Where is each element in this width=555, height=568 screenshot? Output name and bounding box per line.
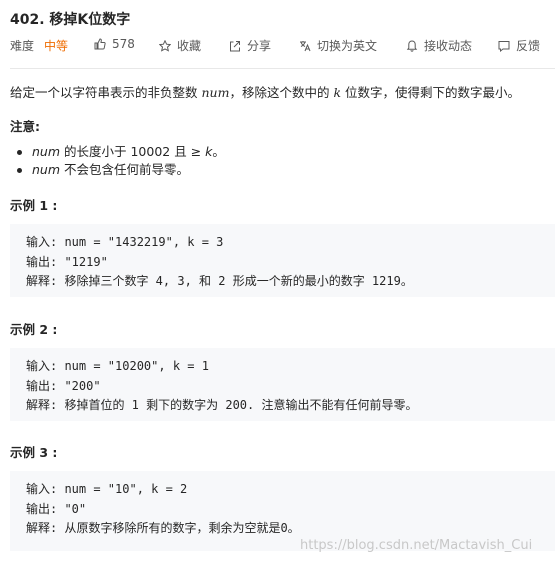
problem-toolbar: 难度 中等 578 收藏 分享 切换为英文 接收动态 反馈 [10, 37, 550, 53]
example-output: 输出: "0" [26, 501, 87, 516]
example-input: 输入: num = "10200", k = 1 [26, 359, 209, 373]
share-icon [230, 40, 240, 51]
share-label: 分享 [247, 39, 272, 53]
notes-heading: 注意: [10, 119, 40, 134]
share-button[interactable]: 分享 [229, 37, 271, 54]
favorite-button[interactable]: 收藏 [159, 37, 201, 54]
translate-icon [300, 40, 311, 51]
like-count: 578 [112, 37, 135, 51]
bell-icon [406, 39, 418, 52]
favorite-label: 收藏 [177, 39, 202, 53]
example-heading: 示例 2 : [10, 322, 58, 337]
example-code-block: 输入: num = "10200", k = 1 输出: "200" 解释: 移… [10, 348, 555, 421]
feedback-button[interactable]: 反馈 [498, 37, 540, 54]
example-code-block: 输入: num = "1432219", k = 3 输出: "1219" 解释… [10, 224, 555, 297]
example-output: 输出: "1219" [26, 254, 108, 269]
notify-label: 接收动态 [424, 39, 473, 53]
note-text: 的长度小于 10002 且 ≥ [60, 144, 206, 159]
difficulty-label: 难度 [10, 39, 35, 53]
variable-num: num [201, 85, 230, 100]
list-item: num 不会包含任何前导零。 [17, 161, 225, 179]
difficulty-value: 中等 [44, 39, 69, 53]
star-icon [159, 39, 171, 52]
notify-button[interactable]: 接收动态 [406, 37, 472, 54]
variable-k: k [333, 85, 342, 100]
switch-language-label: 切换为英文 [317, 39, 378, 53]
notes-list: num 的长度小于 10002 且 ≥ k。 num 不会包含任何前导零。 [17, 143, 225, 179]
description-text: 给定一个以字符串表示的非负整数 [10, 85, 202, 100]
example-heading: 示例 3 : [10, 445, 58, 460]
like-button[interactable]: 578 [94, 37, 135, 51]
watermark: https://blog.csdn.net/Mactavish_Cui [300, 538, 533, 553]
example-output: 输出: "200" [26, 378, 101, 393]
thumbs-up-icon [94, 38, 106, 50]
feedback-label: 反馈 [516, 39, 541, 53]
description-text: ，移除这个数中的 [229, 85, 334, 100]
example-explanation: 解释: 移除掉三个数字 4, 3, 和 2 形成一个新的最小的数字 1219。 [26, 274, 413, 288]
example-input: 输入: num = "1432219", k = 3 [26, 235, 224, 249]
problem-description: 给定一个以字符串表示的非负整数 num，移除这个数中的 k 位数字，使得剩下的数… [10, 82, 520, 101]
note-text: 。 [212, 144, 225, 159]
problem-title: 402. 移掉K位数字 [10, 12, 131, 28]
note-text: 不会包含任何前导零。 [60, 162, 190, 177]
example-explanation: 解释: 从原数字移除所有的数字，剩余为空就是0。 [26, 521, 300, 535]
example-heading: 示例 1 : [10, 198, 58, 213]
divider [10, 68, 555, 69]
switch-language-button[interactable]: 切换为英文 [299, 37, 377, 54]
example-input: 输入: num = "10", k = 2 [26, 482, 188, 496]
list-item: num 的长度小于 10002 且 ≥ k。 [17, 143, 225, 161]
variable-num: num [32, 162, 61, 177]
feedback-icon [498, 40, 510, 52]
variable-num: num [32, 144, 61, 159]
example-explanation: 解释: 移掉首位的 1 剩下的数字为 200. 注意输出不能有任何前导零。 [26, 398, 418, 412]
description-text: 位数字，使得剩下的数字最小。 [341, 85, 520, 100]
